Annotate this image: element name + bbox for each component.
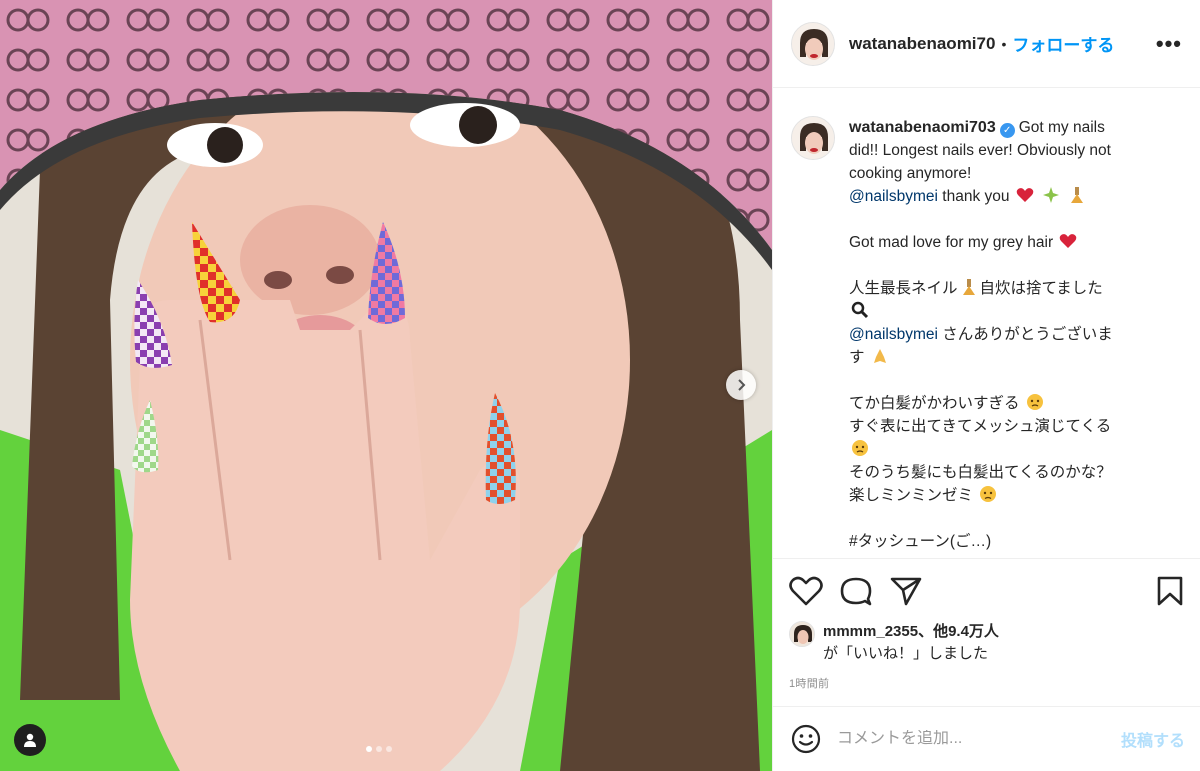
avatar[interactable] — [791, 21, 835, 66]
user-tag-button[interactable] — [14, 724, 46, 756]
caption-text-segment: thank you — [937, 188, 1010, 205]
pray-emoji-icon — [873, 349, 886, 363]
nail-polish-emoji-icon — [1071, 187, 1084, 203]
carousel-dot-active — [366, 746, 372, 752]
caption-area: watanabenaomi703 ✓ Got my nails did!! Long… — [773, 88, 1200, 558]
next-slide-button[interactable] — [726, 370, 756, 400]
frowning-face-emoji-icon — [980, 486, 997, 502]
post-photo[interactable] — [0, 0, 772, 771]
caption-username[interactable]: watanabenaomi703 — [849, 119, 996, 136]
caption-line: 人生最長ネイル — [849, 280, 958, 297]
crying-face-emoji-icon — [852, 440, 868, 456]
comment-bar: 投稿する — [773, 706, 1200, 771]
heart-emoji-icon — [1060, 234, 1077, 248]
action-bar — [789, 571, 1185, 611]
caption-line: cooking anymore! — [849, 165, 972, 182]
liker-avatar[interactable] — [789, 621, 815, 647]
carousel-indicator — [366, 746, 392, 752]
magnifier-emoji-icon — [851, 301, 869, 319]
post-panel: watanabenaomi70 • フォローする ••• watanabenao… — [772, 0, 1200, 771]
carousel-dot — [376, 746, 382, 752]
share-icon[interactable] — [889, 575, 923, 607]
mention-link[interactable]: @nailsbymei — [849, 326, 938, 343]
bookmark-icon[interactable] — [1155, 575, 1185, 607]
heart-icon[interactable] — [789, 575, 823, 607]
caption-text-segment: 自炊は捨てました — [979, 280, 1103, 297]
header-username[interactable]: watanabenaomi70 — [849, 34, 995, 54]
comment-icon[interactable] — [839, 575, 873, 607]
nail-polish-emoji-icon — [962, 279, 975, 295]
caption-line: Got my nails — [1018, 119, 1105, 136]
carousel-dot — [386, 746, 392, 752]
caption-avatar[interactable] — [791, 116, 835, 160]
more-icon[interactable]: ••• — [1156, 32, 1182, 55]
post-comment-button[interactable]: 投稿する — [1121, 727, 1185, 751]
follow-button[interactable]: フォローする — [1012, 31, 1114, 56]
verified-badge-icon: ✓ — [999, 123, 1015, 138]
comment-input[interactable] — [837, 730, 1121, 748]
emoji-icon[interactable] — [791, 724, 821, 754]
caption-text: watanabenaomi703 ✓ Got my nails did!! Long… — [849, 116, 1169, 558]
likes-summary: mmmm_2355、他9.4万人 が「いいね！」しました — [789, 621, 1185, 665]
avatar-image — [790, 622, 814, 646]
likes-suffix: が「いいね！」しました — [823, 645, 989, 662]
liker-username[interactable]: mmmm_2355 — [823, 623, 918, 640]
caption-line: てか白髪がかわいすぎる — [849, 395, 1020, 412]
avatar-image — [792, 22, 834, 65]
caption-line: Got mad love for my grey hair — [849, 234, 1054, 251]
action-section: mmmm_2355、他9.4万人 が「いいね！」しました 1時間前 — [773, 558, 1200, 691]
caption-text-segment: す — [849, 349, 865, 366]
heart-emoji-icon — [1016, 188, 1034, 202]
sparkle-emoji-icon — [1043, 187, 1060, 203]
avatar-image — [792, 117, 834, 159]
likes-count[interactable]: 、他9.4万人 — [918, 623, 999, 640]
header-separator: • — [1001, 35, 1007, 52]
caption-line: 楽しミンミンゼミ — [849, 487, 974, 504]
caption-text-segment: さんありがとうございま — [937, 326, 1113, 343]
mention-link[interactable]: @nailsbymei — [849, 188, 938, 205]
likes-text: mmmm_2355、他9.4万人 が「いいね！」しました — [823, 621, 999, 665]
crying-face-emoji-icon — [1026, 394, 1043, 410]
caption-line: すぐ表に出てきてメッシュ演じてくる — [849, 418, 1112, 435]
caption-line: did!! Longest nails ever! Obviously not — [849, 142, 1111, 159]
post-header: watanabenaomi70 • フォローする ••• — [773, 0, 1200, 88]
caption-line: #タッシューン(ご…) — [849, 533, 992, 550]
next-arrow-icon — [738, 379, 746, 391]
caption-line: そのうち髪にも白髪出てくるのかな？ — [849, 464, 1112, 481]
timestamp[interactable]: 1時間前 — [789, 675, 1185, 691]
user-tag-icon — [24, 733, 36, 747]
photo-illustration — [0, 0, 772, 771]
